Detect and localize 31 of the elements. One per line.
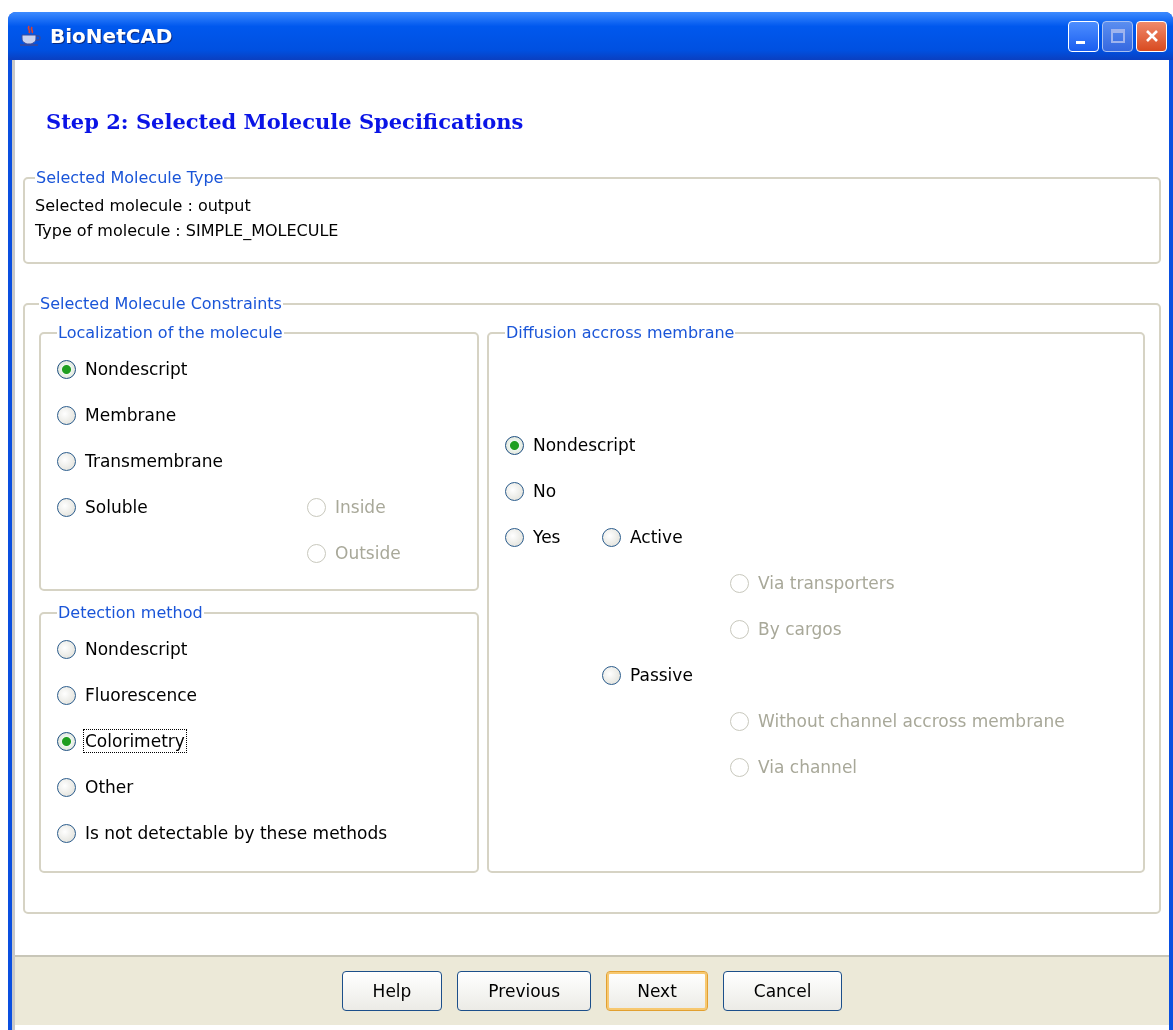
radio-option[interactable]: Active	[602, 524, 685, 550]
panel-title: Selected Molecule Constraints	[39, 294, 283, 313]
radio-option[interactable]: Transmembrane	[57, 448, 225, 474]
group-title: Localization of the molecule	[57, 323, 284, 342]
coffee-cup-icon	[18, 24, 42, 48]
radio-option[interactable]: Passive	[602, 662, 695, 688]
radio-option[interactable]: Yes	[505, 524, 602, 550]
radio-option[interactable]: Fluorescence	[57, 682, 199, 708]
close-button[interactable]	[1136, 20, 1167, 52]
radio-option[interactable]: Nondescript	[57, 356, 190, 382]
group-title: Diffusion accross membrane	[505, 323, 736, 342]
info-text: Selected molecule : output	[35, 195, 252, 217]
group-title: Detection method	[57, 603, 204, 622]
window-title: BioNetCAD	[50, 24, 174, 48]
dialog-button[interactable]: Next	[606, 971, 708, 1011]
radio-option[interactable]: Is not detectable by these methods	[57, 820, 390, 846]
minimize-button[interactable]	[1068, 20, 1099, 52]
radio-option[interactable]: No	[505, 478, 559, 504]
step-heading: Step 2: Selected Molecule Specifications	[46, 108, 524, 136]
minimize-icon	[1076, 40, 1085, 44]
dialog-button[interactable]: Previous	[457, 971, 592, 1011]
radio-option[interactable]: Other	[57, 774, 136, 800]
radio-option[interactable]: Nondescript	[505, 432, 638, 458]
dialog-button[interactable]: Help	[341, 971, 443, 1011]
panel-title: Selected Molecule Type	[35, 168, 225, 187]
radio-option[interactable]: Nondescript	[57, 636, 190, 662]
info-text: Type of molecule : SIMPLE_MOLECULE	[35, 220, 340, 242]
radio-option[interactable]: Membrane	[57, 402, 179, 428]
dialog-button[interactable]: Cancel	[722, 971, 843, 1011]
maximize-button[interactable]	[1102, 20, 1133, 52]
radio-option[interactable]: Soluble	[57, 494, 307, 520]
